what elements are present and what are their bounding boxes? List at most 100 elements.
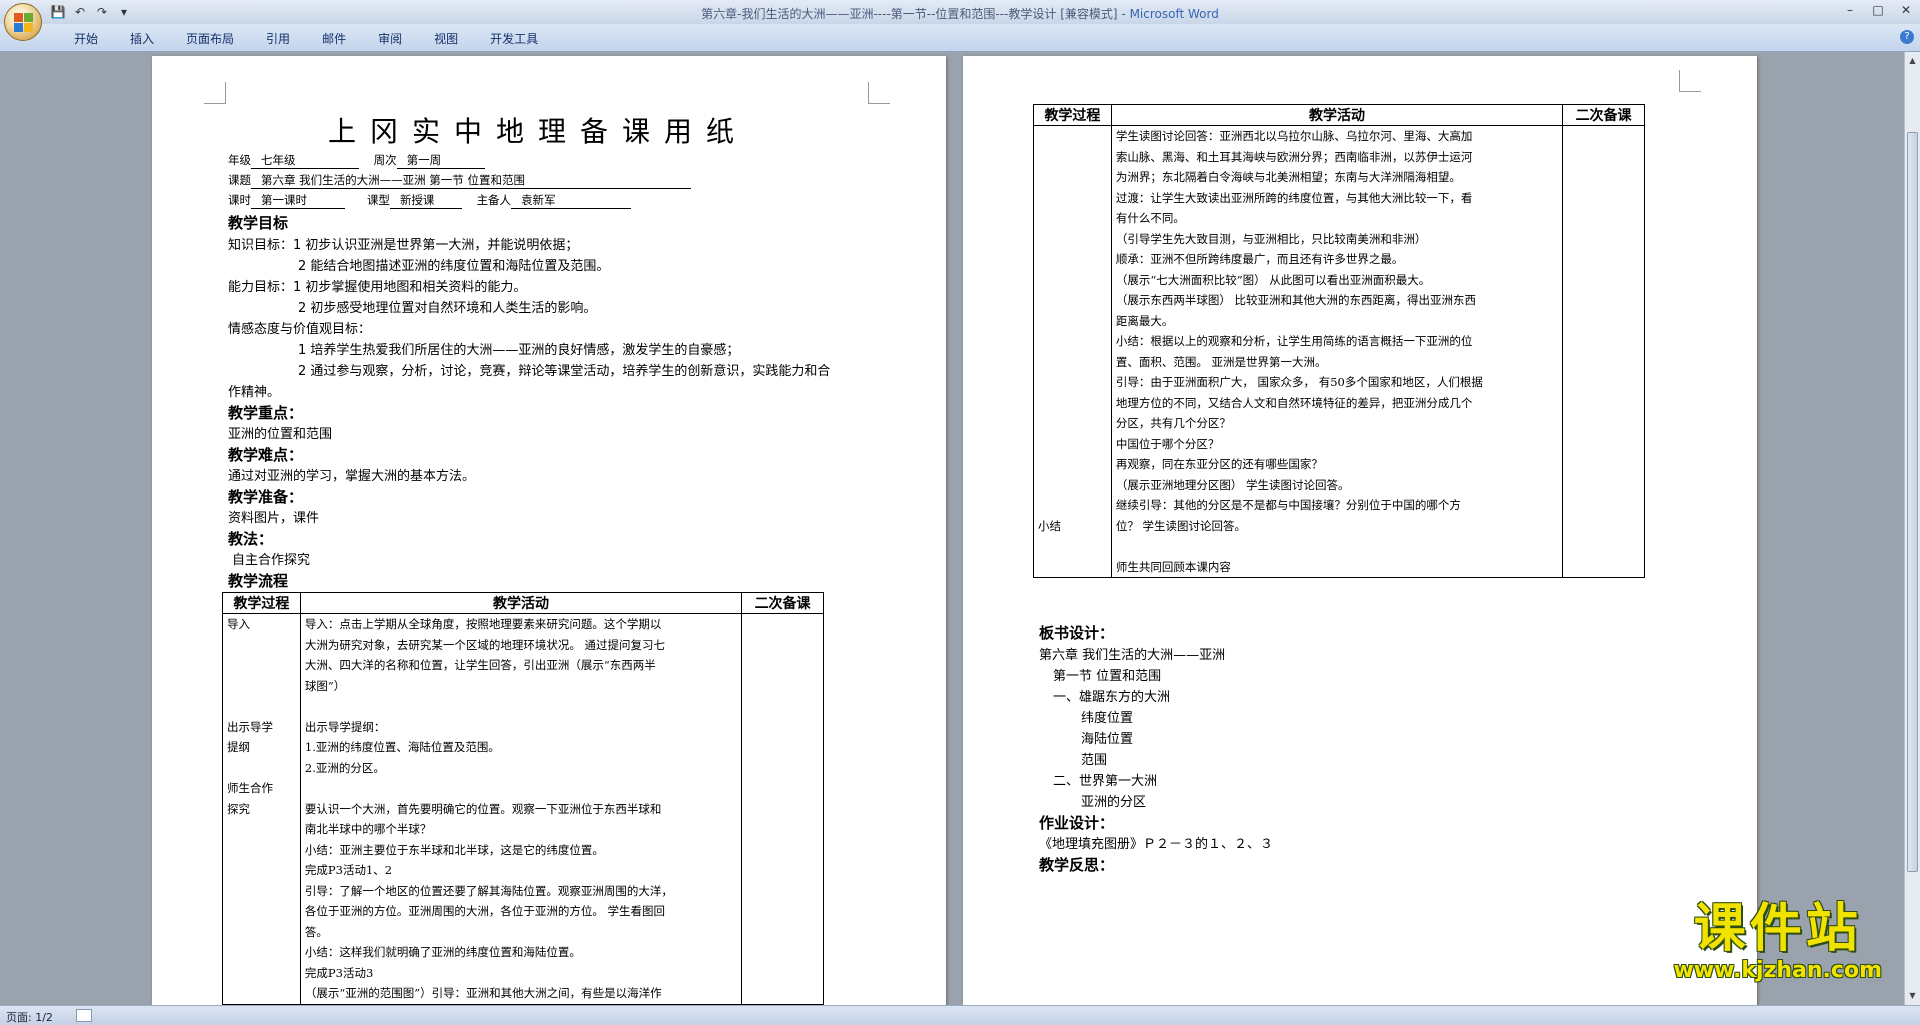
- activity-line: 答。: [304, 924, 328, 939]
- prep-heading: 教学准备：: [228, 488, 304, 506]
- revision-cell: [741, 613, 824, 1005]
- activity-line: 顺承：亚洲不但所跨纬度最广，而且还有许多世界之最。: [1115, 252, 1404, 266]
- activity-line: （引导学生先大致目测，与亚洲相比，只比较南美洲和非洲）: [1115, 231, 1427, 246]
- activity-line: 位？ 学生读图讨论回答。: [1115, 518, 1247, 533]
- board-line: 第六章 我们生活的大洲——亚洲: [1039, 648, 1226, 663]
- meta-row-2: 课题 第六章 我们生活的大洲——亚洲 第一节 位置和范围: [228, 172, 691, 189]
- tab-view[interactable]: 视图: [418, 30, 474, 47]
- activity-line: 索山脉、黑海、和土耳其海峡与欧洲分界；西南临非洲，以苏伊士运河: [1115, 149, 1473, 164]
- activity-line: 导入：点击上学期从全球角度，按照地理要素来研究问题。这个学期以: [304, 617, 662, 631]
- key-heading: 教学重点：: [228, 404, 304, 422]
- margin-corner-tr: [1679, 70, 1701, 92]
- activity-line: （展示东西两半球图） 比较亚洲和其他大洲的东西距离，得出亚洲东西: [1115, 293, 1477, 307]
- process-cell: 小结: [1033, 125, 1112, 578]
- tab-developer[interactable]: 开发工具: [474, 30, 554, 47]
- process-line: [1034, 188, 1111, 209]
- goal-line: 知识目标：1 初步认识亚洲是世界第一大洲，并能说明依据；: [228, 238, 579, 253]
- activity-line: 小结：这样我们就明确了亚洲的纬度位置和海陆位置。: [304, 945, 581, 959]
- activity-line: （展示“亚洲的范围图”）引导：亚洲和其他大洲之间，有些是以海洋作: [304, 986, 662, 1000]
- meta-row-3: 课时 第一课时 课型 新授课 主备人 袁新军: [228, 192, 632, 209]
- goal-line: 2 通过参与观察，分析，讨论，竞赛，辩论等课堂活动，培养学生的创新意识，实践能力…: [298, 364, 831, 379]
- process-line: 导入: [227, 617, 250, 631]
- key-text: 亚洲的位置和范围: [228, 427, 333, 442]
- tab-insert[interactable]: 插入: [114, 30, 170, 47]
- board-heading: 板书设计：: [1039, 624, 1115, 642]
- board-line: 一、雄踞东方的大洲: [1053, 690, 1171, 705]
- col-header-revision: 二次备课: [1562, 104, 1645, 126]
- activity-line: 大洲为研究对象，去研究某一个区域的地理环境状况。 通过提问复习七: [304, 637, 666, 652]
- help-icon[interactable]: ?: [1900, 30, 1914, 44]
- goal-line: 作精神。: [228, 385, 281, 400]
- doc-title: 上冈实中地理备课用纸: [328, 115, 749, 148]
- activity-line: 师生共同回顾本课内容: [1115, 559, 1231, 574]
- close-icon[interactable]: ✕: [1892, 0, 1920, 20]
- activity-line: （展示亚洲地理分区图） 学生读图讨论回答。: [1115, 477, 1350, 492]
- scroll-down-icon[interactable]: ▼: [1907, 989, 1918, 1003]
- tab-page-layout[interactable]: 页面布局: [170, 30, 250, 47]
- scroll-up-icon[interactable]: ▲: [1907, 54, 1918, 68]
- goals-heading: 教学目标: [228, 214, 289, 232]
- activity-line: 南北半球中的哪个半球？: [304, 822, 432, 836]
- office-button[interactable]: [4, 3, 42, 41]
- activity-line: 地理方位的不同，又结合人文和自然环境特征的差异，把亚洲分成几个: [1115, 395, 1473, 410]
- goal-line: 能力目标：1 初步掌握使用地图和相关资料的能力。: [228, 280, 527, 295]
- process-line: [223, 860, 300, 881]
- board-line: 第一节 位置和范围: [1053, 669, 1162, 684]
- board-line: 亚洲的分区: [1081, 795, 1147, 810]
- page-indicator[interactable]: 页面: 1/2: [6, 1009, 53, 1025]
- activity-line: 置、面积、范围。 亚洲是世界第一大洲。: [1115, 354, 1327, 369]
- activity-line: 继续引导：其他的分区是不是都与中国接壤？分别位于中国的哪个方: [1115, 498, 1461, 512]
- activity-line: [1116, 536, 1558, 557]
- goal-line: 2 初步感受地理位置对自然环境和人类生活的影响。: [298, 301, 597, 316]
- flow-heading: 教学流程: [228, 572, 289, 590]
- page-2[interactable]: 教学过程 教学活动 二次备课 小结 学生读图讨论回答：亚洲西北以乌拉尔山脉、乌拉…: [963, 56, 1757, 1005]
- tab-references[interactable]: 引用: [250, 30, 306, 47]
- revision-cell: [1562, 125, 1645, 578]
- minimize-icon[interactable]: –: [1836, 0, 1864, 20]
- process-line: [1034, 311, 1111, 332]
- process-line: 探究: [227, 801, 250, 816]
- goal-line: 1 培养学生热爱我们所居住的大洲——亚洲的良好情感，激发学生的自豪感；: [298, 343, 740, 358]
- col-header-process: 教学过程: [1033, 104, 1112, 126]
- tab-home[interactable]: 开始: [58, 30, 114, 47]
- method-heading: 教法：: [228, 530, 274, 548]
- activity-line: [305, 696, 737, 717]
- homework-text: 《地理填充图册》Ｐ２－３的１、２、３: [1039, 837, 1274, 852]
- document-area[interactable]: 上冈实中地理备课用纸 年级 七年级 周次 第一周 课题 第六章 我们生活的大洲——亚洲…: [0, 52, 1904, 1005]
- activity-line: 2.亚洲的分区。: [304, 760, 385, 775]
- process-line: [1034, 147, 1111, 168]
- goal-line: 情感态度与价值观目标：: [228, 322, 372, 337]
- process-line: [1034, 270, 1111, 291]
- activity-line: 有什么不同。: [1115, 211, 1185, 225]
- activity-line: 球图”）: [304, 678, 346, 693]
- activity-line: 过渡：让学生大致读出亚洲所跨的纬度位置，与其他大洲比较一下，看: [1115, 190, 1473, 205]
- process-line: [1034, 208, 1111, 229]
- process-line: [1034, 454, 1111, 475]
- ribbon: 开始 插入 页面布局 引用 邮件 审阅 视图 开发工具 ?: [0, 24, 1920, 52]
- tab-review[interactable]: 审阅: [362, 30, 418, 47]
- activity-line: 大洲、四大洋的名称和位置，让学生回答，引出亚洲（展示“东西两半: [304, 658, 656, 672]
- activity-line: 完成P3活动1、2: [304, 863, 393, 877]
- flow-table-right: 教学过程 教学活动 二次备课 小结 学生读图讨论回答：亚洲西北以乌拉尔山脉、乌拉…: [1033, 104, 1645, 578]
- prep-text: 资料图片，课件: [228, 511, 320, 526]
- process-line: [1034, 167, 1111, 188]
- process-line: [223, 758, 300, 779]
- activity-line: 小结：根据以上的观察和分析，让学生用简练的语言概括一下亚洲的位: [1115, 334, 1473, 348]
- page-1[interactable]: 上冈实中地理备课用纸 年级 七年级 周次 第一周 课题 第六章 我们生活的大洲——亚洲…: [152, 56, 946, 1005]
- process-line: [1034, 249, 1111, 270]
- scrollbar-thumb[interactable]: [1907, 132, 1918, 872]
- process-line: 提纲: [227, 740, 250, 754]
- activity-line: 1.亚洲的纬度位置、海陆位置及范围。: [304, 740, 500, 754]
- tab-mailings[interactable]: 邮件: [306, 30, 362, 47]
- process-line: 师生合作: [227, 781, 273, 795]
- vertical-scrollbar[interactable]: ▲ ▼: [1904, 52, 1920, 1005]
- margin-corner-tl: [204, 82, 226, 104]
- process-line: [223, 881, 300, 902]
- process-line: [1034, 352, 1111, 373]
- maximize-icon[interactable]: □: [1864, 0, 1892, 20]
- process-line: 小结: [1038, 518, 1061, 533]
- proofing-icon[interactable]: [76, 1009, 92, 1022]
- activity-line: 引导：了解一个地区的位置还要了解其海陆位置。观察亚洲周围的大洋，: [304, 883, 673, 898]
- activity-line: 中国位于哪个分区？: [1115, 436, 1220, 451]
- margin-corner-tr: [868, 82, 890, 104]
